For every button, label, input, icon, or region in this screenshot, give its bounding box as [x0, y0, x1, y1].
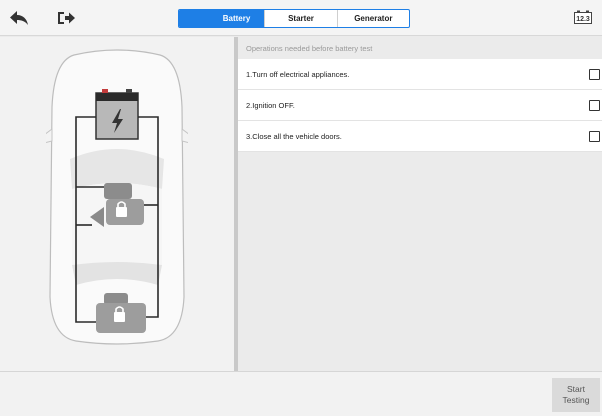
battery-voltage-icon: 12.3: [574, 10, 592, 24]
checklist-item-label: 2.Ignition OFF.: [246, 100, 295, 110]
battery-voltage-value: 12.3: [576, 16, 590, 23]
checklist-item-label: 3.Close all the vehicle doors.: [246, 131, 342, 141]
checklist-title: Operations needed before battery test: [238, 37, 602, 59]
checkbox-ignition-off[interactable]: [589, 100, 600, 111]
tab-starter[interactable]: Starter: [264, 10, 336, 27]
bottom-bar: Start Testing: [0, 371, 602, 416]
top-bar: Battery Starter Generator 12.3: [0, 0, 602, 36]
back-arrow-icon[interactable]: [8, 8, 30, 28]
vehicle-illustration-panel: [0, 37, 234, 371]
checklist-item[interactable]: 1.Turn off electrical appliances.: [238, 59, 602, 90]
checkbox-turn-off-appliances[interactable]: [589, 69, 600, 80]
tab-generator[interactable]: Generator: [336, 10, 409, 27]
checklist-item[interactable]: 3.Close all the vehicle doors.: [238, 121, 602, 152]
car-diagram-image: [46, 49, 188, 345]
checklist-panel: Operations needed before battery test 1.…: [238, 37, 602, 371]
start-testing-button[interactable]: Start Testing: [552, 378, 600, 412]
exit-icon[interactable]: [55, 8, 77, 28]
test-mode-tabs: Battery Starter Generator: [178, 9, 410, 28]
tab-battery[interactable]: Battery: [179, 10, 265, 27]
checkbox-close-doors[interactable]: [589, 131, 600, 142]
checklist-item-label: 1.Turn off electrical appliances.: [246, 69, 350, 79]
checklist-item[interactable]: 2.Ignition OFF.: [238, 90, 602, 121]
